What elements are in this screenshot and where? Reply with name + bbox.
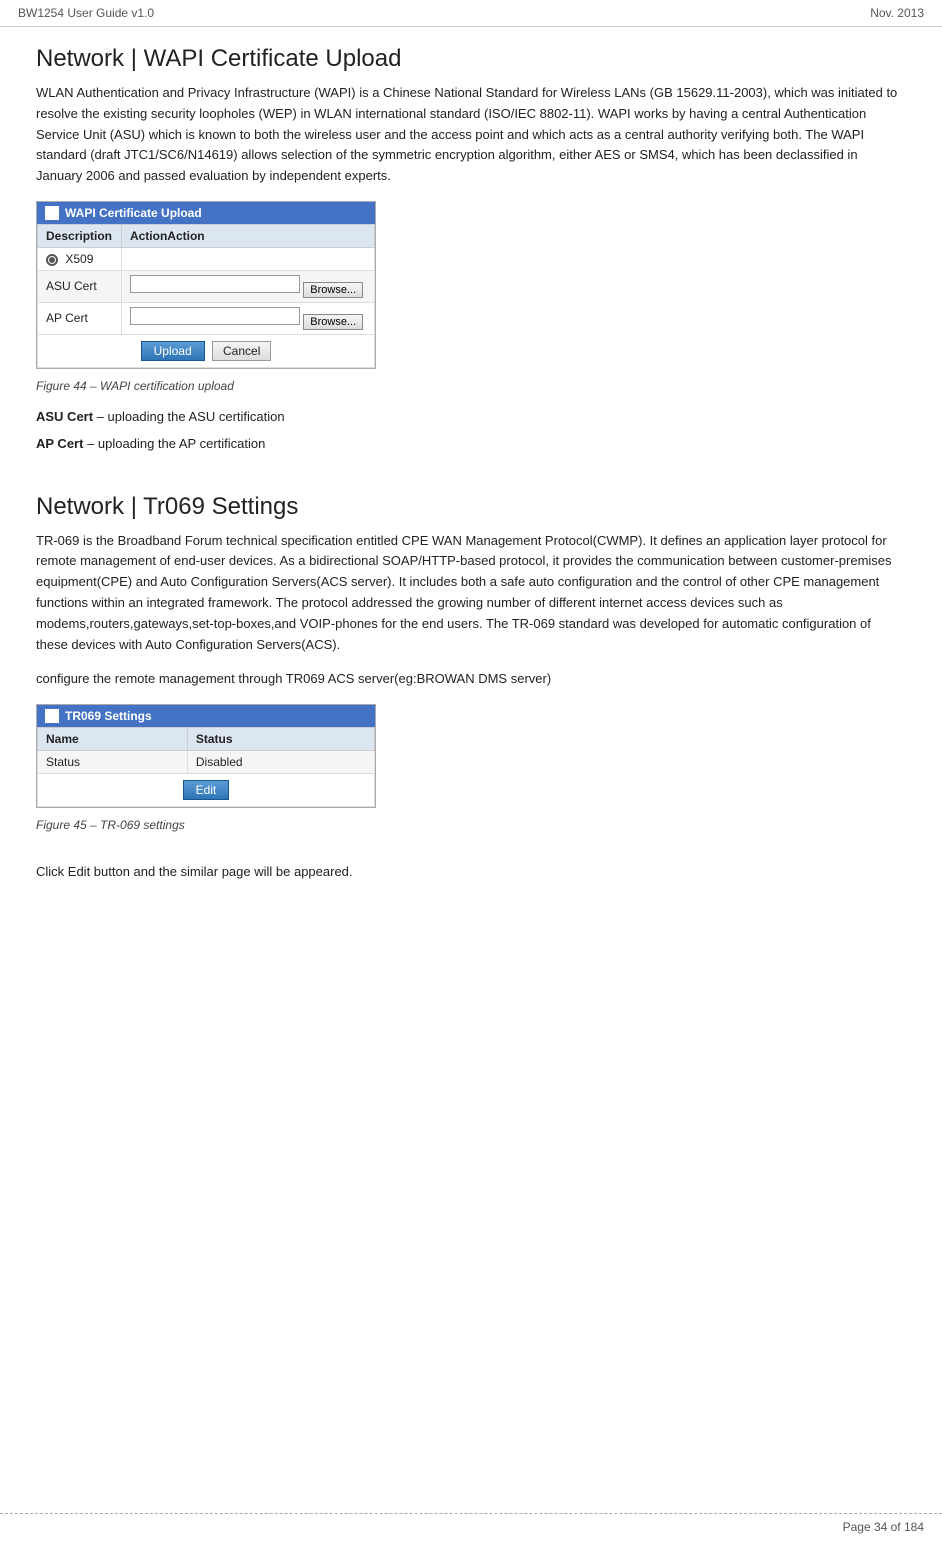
asu-cert-browse-button[interactable]: Browse... — [303, 282, 363, 298]
spacer2 — [36, 477, 906, 493]
section2-description: TR-069 is the Broadband Forum technical … — [36, 531, 906, 656]
footer-line — [0, 1513, 942, 1514]
page-info: Page 34 of 184 — [843, 1520, 924, 1534]
figure44-caption: Figure 44 – WAPI certification upload — [36, 379, 906, 393]
header-left: BW1254 User Guide v1.0 — [18, 6, 154, 20]
ap-cert-field-desc: AP Cert – uploading the AP certification — [36, 434, 906, 455]
section1-description: WLAN Authentication and Privacy Infrastr… — [36, 83, 906, 187]
tr069-table: Name Status Status Disabled Edit — [37, 727, 375, 807]
tr069-status-row: Status Disabled — [38, 751, 375, 774]
header-right: Nov. 2013 — [870, 6, 924, 20]
header-bar: BW1254 User Guide v1.0 Nov. 2013 — [0, 0, 942, 27]
wapi-action-cell: Upload Cancel — [38, 334, 375, 367]
ap-cert-browse-button[interactable]: Browse... — [303, 314, 363, 330]
tr069-panel-title: TR069 Settings — [65, 709, 152, 723]
wapi-certificate-panel: WAPI Certificate Upload Description Acti… — [36, 201, 376, 369]
asu-cert-field-desc: ASU Cert – uploading the ASU certificati… — [36, 407, 906, 428]
wapi-panel-titlebar: WAPI Certificate Upload — [37, 202, 375, 224]
spacer1 — [36, 461, 906, 477]
wapi-col1-header: Description — [38, 224, 122, 247]
tr069-col1-header: Name — [38, 728, 188, 751]
wapi-row-asu-cert: ASU Cert Browse... — [38, 270, 375, 302]
main-content: Network | WAPI Certificate Upload WLAN A… — [0, 27, 942, 957]
wapi-x509-label: X509 — [38, 247, 122, 270]
tr069-action-cell: Edit — [38, 774, 375, 807]
tr069-panel-titlebar: TR069 Settings — [37, 705, 375, 727]
wapi-action-row: Upload Cancel — [38, 334, 375, 367]
wapi-panel-title: WAPI Certificate Upload — [65, 206, 202, 220]
x509-radio[interactable] — [46, 254, 58, 266]
wapi-table-header-row: Description ActionAction — [38, 224, 375, 247]
section1-title: Network | WAPI Certificate Upload — [36, 45, 906, 73]
asu-cert-desc: – uploading the ASU certification — [97, 409, 285, 424]
wapi-asu-action: Browse... — [121, 270, 374, 302]
cancel-button[interactable]: Cancel — [212, 341, 271, 361]
tr069-panel: TR069 Settings Name Status Status Disabl… — [36, 704, 376, 808]
tr069-header-row: Name Status — [38, 728, 375, 751]
tr069-status-label: Status — [38, 751, 188, 774]
wapi-row-ap-cert: AP Cert Browse... — [38, 302, 375, 334]
wapi-x509-action — [121, 247, 374, 270]
tr069-action-row: Edit — [38, 774, 375, 807]
wapi-col2-header: ActionAction — [121, 224, 374, 247]
wapi-table: Description ActionAction X509 ASU Cert — [37, 224, 375, 368]
configure-text: configure the remote management through … — [36, 669, 906, 690]
ap-cert-desc: – uploading the AP certification — [87, 436, 265, 451]
tr069-status-value: Disabled — [187, 751, 374, 774]
wapi-row-x509: X509 — [38, 247, 375, 270]
upload-button[interactable]: Upload — [141, 341, 205, 361]
tr069-col2-header: Status — [187, 728, 374, 751]
wapi-ap-action: Browse... — [121, 302, 374, 334]
section2-title: Network | Tr069 Settings — [36, 493, 906, 521]
asu-cert-input[interactable] — [130, 275, 300, 293]
click-edit-text: Click Edit button and the similar page w… — [36, 862, 906, 883]
spacer3 — [36, 846, 906, 862]
tr069-panel-icon — [45, 709, 59, 723]
wapi-asu-label: ASU Cert — [38, 270, 122, 302]
ap-cert-term: AP Cert — [36, 436, 83, 451]
wapi-panel-icon — [45, 206, 59, 220]
ap-cert-input[interactable] — [130, 307, 300, 325]
asu-cert-term: ASU Cert — [36, 409, 93, 424]
edit-button[interactable]: Edit — [183, 780, 230, 800]
figure45-caption: Figure 45 – TR-069 settings — [36, 818, 906, 832]
wapi-ap-label: AP Cert — [38, 302, 122, 334]
